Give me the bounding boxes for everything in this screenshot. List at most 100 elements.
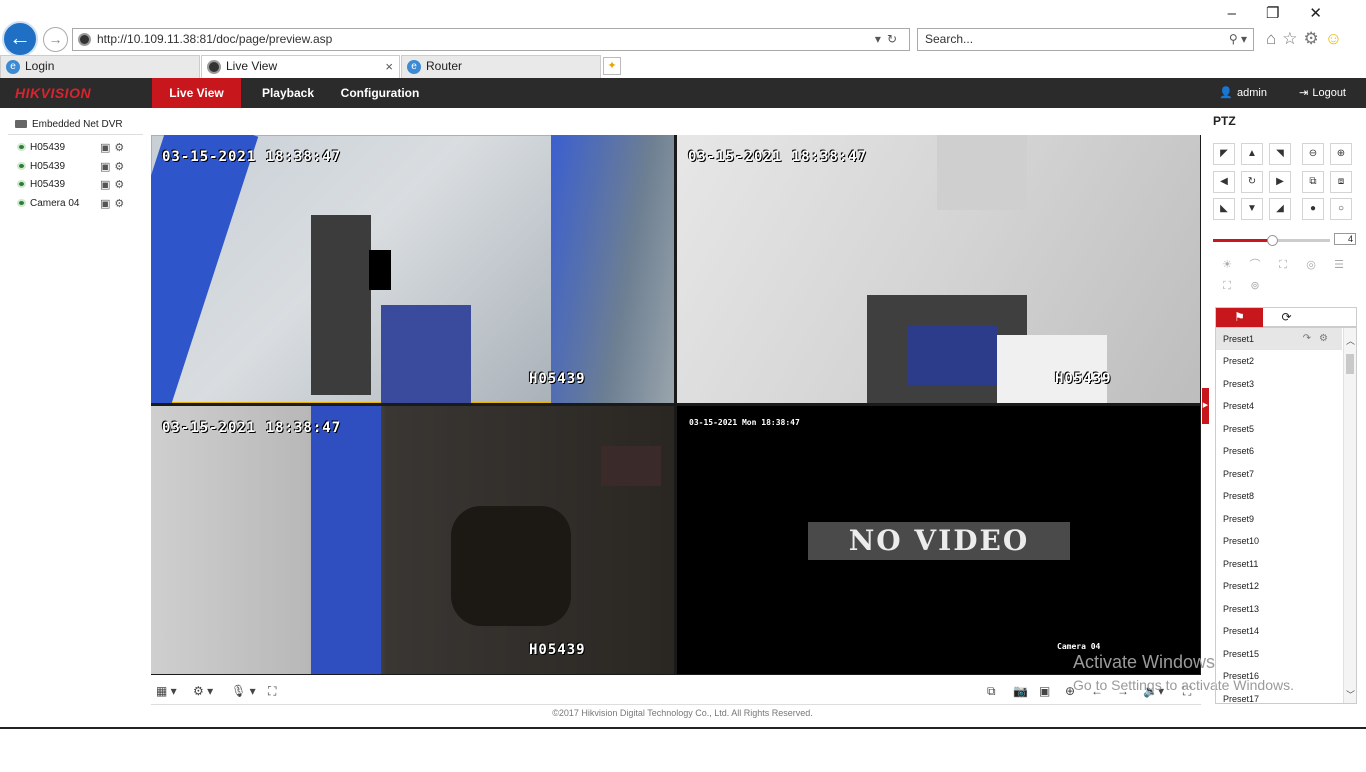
plugin-icon[interactable]: ⛶ bbox=[268, 682, 276, 700]
preset-item[interactable]: Preset3 bbox=[1216, 373, 1342, 395]
iris-open-icon[interactable]: ○ bbox=[1330, 198, 1352, 220]
new-tab-button[interactable]: ✦ bbox=[603, 57, 621, 75]
record-all-icon[interactable]: ▣ bbox=[1039, 682, 1050, 700]
capture-icon[interactable]: 📷 bbox=[1013, 682, 1028, 700]
ptz-up-left-icon[interactable]: ◤ bbox=[1213, 143, 1235, 165]
wiper-icon[interactable]: ⌒ bbox=[1241, 256, 1269, 274]
preset-item[interactable]: Preset6 bbox=[1216, 440, 1342, 462]
preset-item[interactable]: Preset12 bbox=[1216, 575, 1342, 597]
camera-item[interactable]: H05439 ▣⚙ bbox=[17, 159, 132, 175]
menu-icon[interactable]: ☰ bbox=[1325, 256, 1353, 274]
light-icon[interactable]: ☀ bbox=[1213, 256, 1241, 274]
zoom-in-icon[interactable]: ⊕ bbox=[1330, 143, 1352, 165]
close-tab-icon[interactable]: × bbox=[385, 56, 393, 77]
settings-gear-icon[interactable]: ⚙ bbox=[1304, 29, 1325, 48]
smiley-feedback-icon[interactable]: ☺ bbox=[1325, 29, 1348, 48]
search-icon[interactable]: ⚲ bbox=[1229, 32, 1238, 46]
focus-far-icon[interactable]: ⧈ bbox=[1330, 171, 1352, 193]
nav-playback[interactable]: Playback bbox=[255, 78, 321, 108]
close-window-icon[interactable]: ✕ bbox=[1309, 5, 1352, 22]
manual-tracking-icon[interactable]: ⊚ bbox=[1241, 277, 1269, 295]
ptz-down-right-icon[interactable]: ◢ bbox=[1269, 198, 1291, 220]
preset-item[interactable]: Preset2 bbox=[1216, 350, 1342, 372]
logout-icon[interactable]: ⇥ bbox=[1299, 87, 1308, 99]
preset-item[interactable]: Preset10 bbox=[1216, 530, 1342, 552]
preset-item[interactable]: Preset17 bbox=[1216, 688, 1342, 703]
favorites-star-icon[interactable]: ☆ bbox=[1282, 29, 1303, 48]
username[interactable]: admin bbox=[1237, 87, 1267, 99]
record-icon[interactable]: ▣ bbox=[100, 161, 114, 173]
dropdown-arrow-icon[interactable]: ▾ bbox=[875, 32, 887, 46]
tab-login[interactable]: e Login bbox=[0, 55, 200, 78]
camera-item[interactable]: Camera 04 ▣⚙ bbox=[17, 196, 132, 212]
nav-live-view[interactable]: Live View bbox=[152, 78, 241, 108]
nav-configuration[interactable]: Configuration bbox=[340, 78, 420, 108]
stream-settings-icon[interactable]: ⚙ bbox=[114, 161, 128, 173]
camera-item[interactable]: H05439 ▣⚙ bbox=[17, 177, 132, 193]
ptz-down-left-icon[interactable]: ◣ bbox=[1213, 198, 1235, 220]
preset-item[interactable]: Preset14 bbox=[1216, 620, 1342, 642]
forward-button[interactable]: → bbox=[43, 27, 68, 52]
microphone-icon[interactable]: 🎙 ▾ bbox=[231, 682, 256, 700]
stream-settings-icon[interactable]: ⚙ bbox=[114, 142, 128, 154]
preset-item[interactable]: Preset11 bbox=[1216, 553, 1342, 575]
ptz-right-icon[interactable]: ▶ bbox=[1269, 171, 1291, 193]
stop-all-preview-icon[interactable]: ⧉ bbox=[987, 682, 996, 700]
focus-near-icon[interactable]: ⧉ bbox=[1302, 171, 1324, 193]
preset-item[interactable]: Preset9 bbox=[1216, 508, 1342, 530]
3d-position-icon[interactable]: ⛶ bbox=[1213, 277, 1241, 295]
refresh-icon[interactable]: ↻ bbox=[887, 32, 903, 46]
window-layout-icon[interactable]: ▦ ▾ bbox=[156, 682, 177, 700]
tab-pattern[interactable] bbox=[1310, 308, 1357, 327]
tab-patrols[interactable]: ⟳ bbox=[1263, 308, 1310, 327]
preset-scrollbar[interactable]: ︿ ﹀ bbox=[1343, 328, 1356, 703]
speed-slider-handle[interactable] bbox=[1266, 235, 1278, 246]
record-icon[interactable]: ▣ bbox=[100, 179, 114, 191]
address-bar[interactable]: http://10.109.11.38:81/doc/page/preview.… bbox=[72, 28, 910, 51]
stream-settings-icon[interactable]: ⚙ bbox=[114, 198, 128, 210]
scroll-thumb[interactable] bbox=[1346, 354, 1354, 374]
camera-item[interactable]: H05439 ▣⚙ bbox=[17, 140, 132, 156]
restore-icon[interactable]: ❐ bbox=[1266, 5, 1309, 22]
ptz-collapse-handle[interactable]: ▶ bbox=[1202, 388, 1209, 424]
tab-router[interactable]: e Router bbox=[401, 55, 601, 78]
stream-type-icon[interactable]: ⚙ ▾ bbox=[193, 682, 213, 700]
preset-item[interactable]: Preset15 bbox=[1216, 643, 1342, 665]
ptz-speed-slider[interactable] bbox=[1213, 235, 1330, 246]
set-preset-icon[interactable]: ⚙ bbox=[1319, 333, 1336, 344]
call-preset-icon[interactable]: ↷ bbox=[1303, 333, 1319, 344]
ptz-up-right-icon[interactable]: ◥ bbox=[1269, 143, 1291, 165]
ptz-left-icon[interactable]: ◀ bbox=[1213, 171, 1235, 193]
tree-root-dvr[interactable]: Embedded Net DVR bbox=[15, 119, 123, 130]
record-icon[interactable]: ▣ bbox=[100, 198, 114, 210]
record-icon[interactable]: ▣ bbox=[100, 142, 114, 154]
video-tile-4[interactable]: 03-15-2021 Mon 18:38:47 NO VIDEO Camera … bbox=[677, 406, 1200, 674]
logout-link[interactable]: Logout bbox=[1312, 87, 1346, 99]
preset-item[interactable]: Preset1 ↷⚙ bbox=[1216, 328, 1342, 350]
video-tile-3[interactable]: 03-15-2021 18:38:47 H05439 bbox=[151, 406, 674, 674]
scroll-down-icon[interactable]: ﹀ bbox=[1344, 688, 1356, 702]
search-input[interactable]: Search... ⚲ ▾ bbox=[917, 28, 1254, 51]
lens-init-icon[interactable]: ◎ bbox=[1297, 256, 1325, 274]
home-icon[interactable]: ⌂ bbox=[1266, 29, 1282, 48]
ptz-up-icon[interactable]: ▲ bbox=[1241, 143, 1263, 165]
auxiliary-focus-icon[interactable]: ⛶ bbox=[1269, 256, 1297, 274]
stream-settings-icon[interactable]: ⚙ bbox=[114, 179, 128, 191]
zoom-out-icon[interactable]: ⊖ bbox=[1302, 143, 1324, 165]
video-tile-1[interactable]: 03-15-2021 18:38:47 H05439 bbox=[151, 135, 674, 403]
minimize-icon[interactable]: – bbox=[1228, 5, 1266, 22]
ptz-down-icon[interactable]: ▼ bbox=[1241, 198, 1263, 220]
iris-close-icon[interactable]: ● bbox=[1302, 198, 1324, 220]
video-tile-2[interactable]: 03-15-2021 18:38:47 H05439 bbox=[677, 135, 1200, 403]
preset-item[interactable]: Preset16 bbox=[1216, 665, 1342, 687]
tab-presets[interactable]: ⚑ bbox=[1216, 308, 1263, 327]
preset-item[interactable]: Preset5 bbox=[1216, 418, 1342, 440]
ptz-auto-icon[interactable]: ↻ bbox=[1241, 171, 1263, 193]
scroll-up-icon[interactable]: ︿ bbox=[1344, 334, 1356, 348]
preset-item[interactable]: Preset13 bbox=[1216, 598, 1342, 620]
tab-live-view[interactable]: Live View × bbox=[201, 55, 400, 78]
back-button[interactable]: ← bbox=[2, 21, 38, 57]
preset-item[interactable]: Preset7 bbox=[1216, 463, 1342, 485]
preset-item[interactable]: Preset4 bbox=[1216, 395, 1342, 417]
preset-item[interactable]: Preset8 bbox=[1216, 485, 1342, 507]
